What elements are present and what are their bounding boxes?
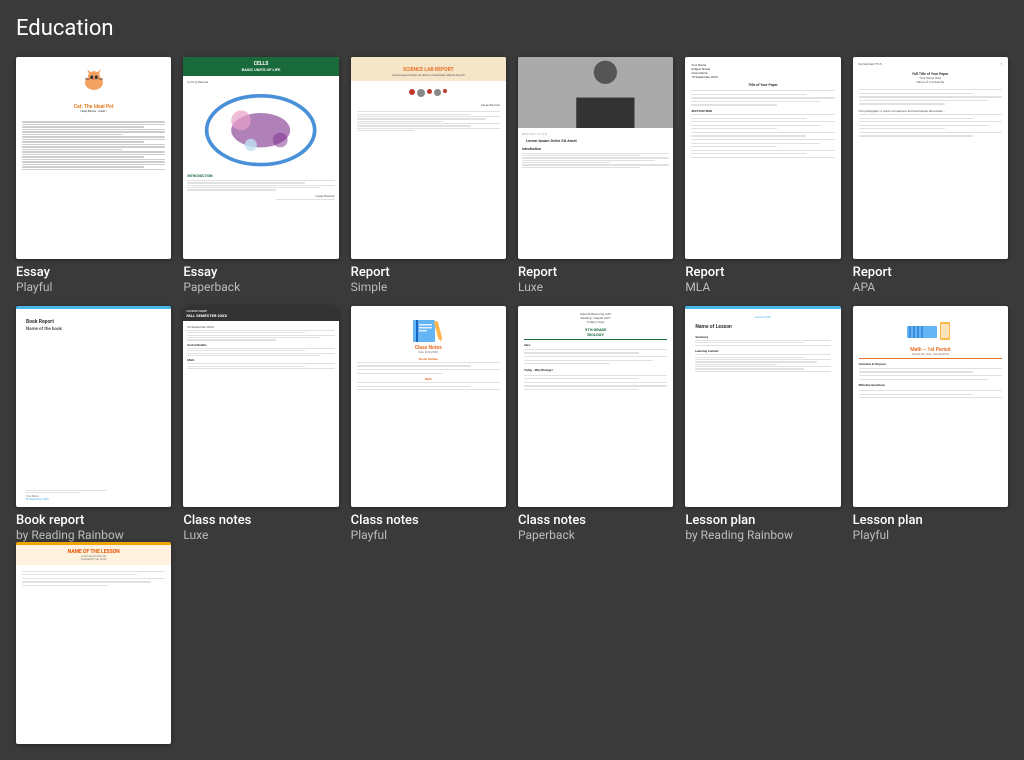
card-report-simple[interactable]: SCIENCE LAB REPORT Lorem ipsum dolor sit…: [351, 57, 506, 294]
card-label-class-notes-paperback: Class notes Paperback: [518, 513, 673, 542]
thumbnail-class-notes-luxe: COURSE NAME FALL SEMESTER 20XX 04 Septem…: [183, 306, 338, 508]
thumbnail-class-notes-playful: Class Notes Date: 00/00/0000 Social Stud…: [351, 306, 506, 508]
card-class-notes-paperback[interactable]: Roberta Baumring GrE7Reading: Chapter Gr…: [518, 306, 673, 543]
card-lesson-bottom[interactable]: NAME OF THE LESSON Lorem Ipsum Dolor Sit…: [16, 542, 171, 744]
card-label-report-mla: Report MLA: [685, 265, 840, 294]
second-row-partial: NAME OF THE LESSON Lorem Ipsum Dolor Sit…: [16, 542, 1008, 744]
thumbnail-lesson-plan-rr: Lesson Plan Name of Lesson Summary Learn…: [685, 306, 840, 508]
card-book-report[interactable]: Book Report Name of the book Your Name M…: [16, 306, 171, 543]
page-title: Education: [16, 16, 1008, 41]
card-label-report-apa: Report APA: [853, 265, 1008, 294]
thumbnail-report-luxe: REPORT TITLE Lorem Ipsum Dolor Sit Amet …: [518, 57, 673, 259]
card-label-report-simple: Report Simple: [351, 265, 506, 294]
card-essay-paperback[interactable]: CELLS BASIC UNITS OF LIFE by Dory Baumer…: [183, 57, 338, 294]
card-label-essay-playful: Essay Playful: [16, 265, 171, 294]
card-label-book-report: Book report by Reading Rainbow: [16, 513, 171, 542]
thumbnail-book-report: Book Report Name of the book Your Name M…: [16, 306, 171, 508]
thumbnail-lesson-bottom: NAME OF THE LESSON Lorem Ipsum Dolor Sit…: [16, 542, 171, 744]
thumbnail-essay-paperback: CELLS BASIC UNITS OF LIFE by Dory Baumer…: [183, 57, 338, 259]
card-label-essay-paperback: Essay Paperback: [183, 265, 338, 294]
thumbnail-essay-playful: Cat: The Ideal Pet Casey Baumer · Grade …: [16, 57, 171, 259]
card-class-notes-luxe[interactable]: COURSE NAME FALL SEMESTER 20XX 04 Septem…: [183, 306, 338, 543]
card-report-apa[interactable]: Running head: TITLE... 1 Full Title of Y…: [853, 57, 1008, 294]
card-label-report-luxe: Report Luxe: [518, 265, 673, 294]
card-label-lesson-plan-playful: Lesson plan Playful: [853, 513, 1008, 542]
template-grid: Cat: The Ideal Pet Casey Baumer · Grade …: [16, 57, 1008, 542]
thumbnail-report-apa: Running head: TITLE... 1 Full Title of Y…: [853, 57, 1008, 259]
card-label-class-notes-playful: Class notes Playful: [351, 513, 506, 542]
card-lesson-plan-playful[interactable]: Math – 1st Period Teacher Ms. Poke · Due…: [853, 306, 1008, 543]
thumbnail-report-mla: Your Name Subject Name Class Name 18 Sep…: [685, 57, 840, 259]
card-report-luxe[interactable]: REPORT TITLE Lorem Ipsum Dolor Sit Amet …: [518, 57, 673, 294]
card-report-mla[interactable]: Your Name Subject Name Class Name 18 Sep…: [685, 57, 840, 294]
card-lesson-plan-rr[interactable]: Lesson Plan Name of Lesson Summary Learn…: [685, 306, 840, 543]
thumbnail-class-notes-paperback: Roberta Baumring GrE7Reading: Chapter Gr…: [518, 306, 673, 508]
card-label-class-notes-luxe: Class notes Luxe: [183, 513, 338, 542]
card-essay-playful[interactable]: Cat: The Ideal Pet Casey Baumer · Grade …: [16, 57, 171, 294]
card-class-notes-playful[interactable]: Class Notes Date: 00/00/0000 Social Stud…: [351, 306, 506, 543]
thumbnail-report-simple: SCIENCE LAB REPORT Lorem ipsum dolor sit…: [351, 57, 506, 259]
thumbnail-lesson-plan-playful: Math – 1st Period Teacher Ms. Poke · Due…: [853, 306, 1008, 508]
card-label-lesson-plan-rr: Lesson plan by Reading Rainbow: [685, 513, 840, 542]
